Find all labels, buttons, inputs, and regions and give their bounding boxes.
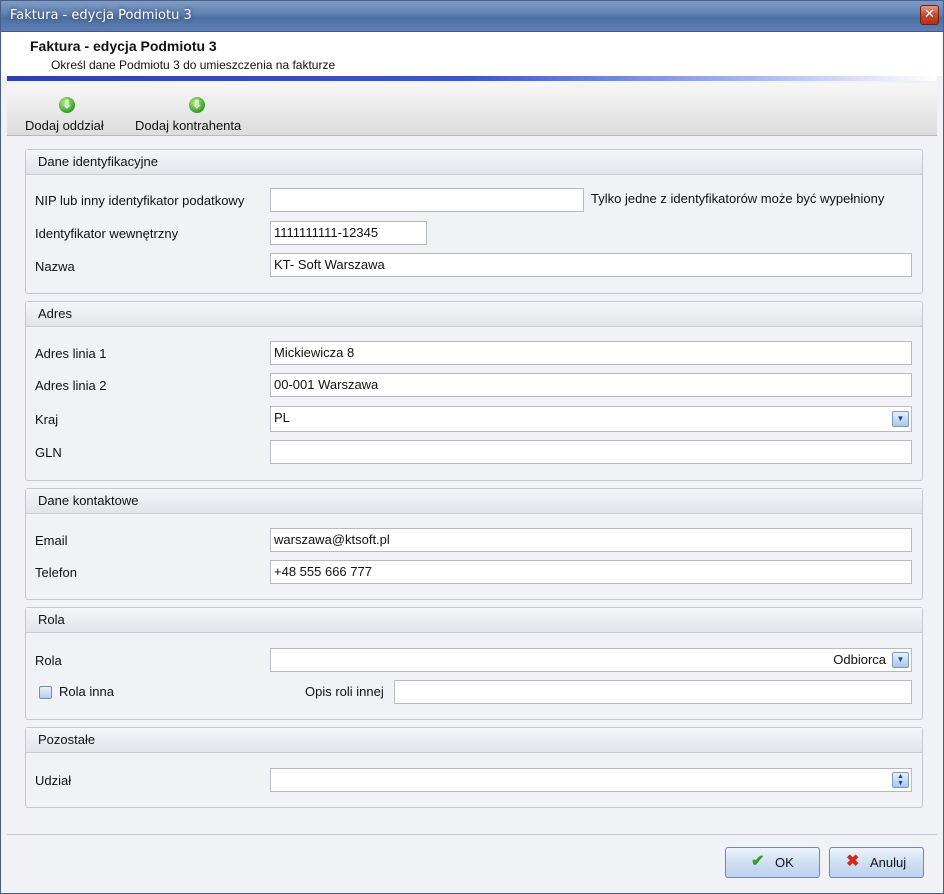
address-line2-input[interactable]: 00-001 Warszawa	[270, 373, 912, 397]
chevron-down-icon[interactable]: ▼	[892, 652, 909, 668]
header-title: Faktura - edycja Podmiotu 3	[30, 38, 217, 54]
cancel-label: Anuluj	[870, 855, 907, 870]
address-line1-label: Adres linia 1	[35, 346, 107, 361]
title-bar[interactable]: Faktura - edycja Podmiotu 3 ✕	[1, 1, 943, 32]
cancel-button[interactable]: ✖ Anuluj	[829, 847, 924, 878]
red-x-icon: ✖	[846, 853, 860, 870]
name-label: Nazwa	[35, 259, 75, 274]
internal-id-input[interactable]: 1111111111-12345	[270, 221, 427, 245]
nip-hint: Tylko jedne z identyfikatorów może być w…	[591, 191, 885, 206]
group-other: Pozostałe Udział ▲ ▼	[25, 727, 923, 808]
close-icon: ✕	[924, 7, 935, 22]
group-other-title: Pozostałe	[26, 728, 922, 753]
group-role-title: Rola	[26, 608, 922, 633]
add-green-icon: ⇩	[59, 97, 75, 113]
other-role-desc-input[interactable]	[394, 680, 912, 704]
other-role-desc-label: Opis roli innej	[305, 684, 384, 699]
share-label: Udział	[35, 773, 72, 788]
add-contractor-button[interactable]: ⇩ Dodaj kontrahenta	[135, 97, 257, 133]
role-value: Odbiorca	[833, 652, 886, 667]
add-branch-button[interactable]: ⇩ Dodaj oddział	[25, 97, 117, 133]
header-subtitle: Określ dane Podmiotu 3 do umieszczenia n…	[51, 58, 336, 72]
name-input[interactable]: KT- Soft Warszawa	[270, 253, 912, 277]
gln-input[interactable]	[270, 440, 912, 464]
country-value: PL	[274, 410, 290, 425]
close-button[interactable]: ✕	[920, 5, 939, 25]
phone-label: Telefon	[35, 565, 77, 580]
gln-label: GLN	[35, 445, 62, 460]
country-label: Kraj	[35, 412, 59, 427]
add-contractor-label: Dodaj kontrahenta	[135, 118, 242, 133]
group-identification-title: Dane identyfikacyjne	[26, 150, 922, 175]
chevron-down-icon[interactable]: ▼	[892, 411, 909, 427]
add-green-icon: ⇩	[189, 97, 205, 113]
role-label: Rola	[35, 653, 62, 668]
email-input[interactable]: warszawa@ktsoft.pl	[270, 528, 912, 552]
group-address-title: Adres	[26, 302, 922, 327]
checkmark-icon: ✔	[751, 853, 765, 870]
nip-label: NIP lub inny identyfikator podatkowy	[35, 193, 245, 208]
address-line2-label: Adres linia 2	[35, 378, 107, 393]
group-identification: Dane identyfikacyjne NIP lub inny identy…	[25, 149, 923, 294]
email-label: Email	[35, 533, 68, 548]
internal-id-label: Identyfikator wewnętrzny	[35, 226, 179, 241]
toolbar: ⇩ Dodaj oddział ⇩ Dodaj kontrahenta	[7, 83, 937, 136]
other-role-checkbox[interactable]	[39, 686, 52, 699]
other-role-label: Rola inna	[59, 684, 114, 699]
share-input[interactable]: ▲ ▼	[270, 768, 912, 792]
group-role: Rola Rola Odbiorca ▼ Rola inna Opis roli…	[25, 607, 923, 720]
footer-divider	[7, 834, 937, 835]
nip-input[interactable]	[270, 188, 584, 212]
ok-button[interactable]: ✔ OK	[725, 847, 820, 878]
group-contact-title: Dane kontaktowe	[26, 489, 922, 514]
dialog-header: Faktura - edycja Podmiotu 3 Określ dane …	[2, 32, 942, 76]
dialog-window: Faktura - edycja Podmiotu 3 ✕ Faktura - …	[0, 0, 944, 894]
window-title: Faktura - edycja Podmiotu 3	[10, 8, 192, 23]
group-address: Adres Adres linia 1 Mickiewicza 8 Adres …	[25, 301, 923, 481]
ok-label: OK	[775, 855, 794, 870]
group-contact: Dane kontaktowe Email warszawa@ktsoft.pl…	[25, 488, 923, 600]
country-select[interactable]: PL ▼	[270, 406, 912, 432]
up-down-chevron-icon[interactable]: ▲ ▼	[892, 772, 909, 788]
phone-input[interactable]: +48 555 666 777	[270, 560, 912, 584]
role-select[interactable]: Odbiorca ▼	[270, 648, 912, 672]
add-branch-label: Dodaj oddział	[25, 118, 104, 133]
address-line1-input[interactable]: Mickiewicza 8	[270, 341, 912, 365]
header-divider	[7, 76, 937, 81]
